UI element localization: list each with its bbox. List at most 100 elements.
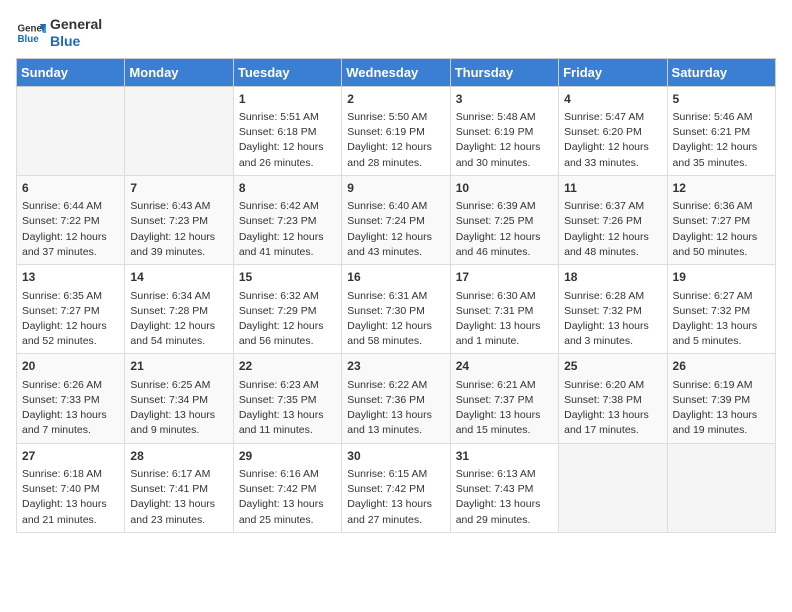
day-info: Sunset: 7:25 PM	[456, 214, 553, 229]
day-number: 6	[22, 180, 119, 197]
day-info: Daylight: 12 hours and 41 minutes.	[239, 230, 336, 260]
day-cell	[17, 86, 125, 175]
day-info: Sunset: 7:26 PM	[564, 214, 661, 229]
day-info: Daylight: 13 hours and 5 minutes.	[673, 319, 770, 349]
day-info: Daylight: 13 hours and 21 minutes.	[22, 497, 119, 527]
day-info: Sunrise: 6:19 AM	[673, 378, 770, 393]
day-cell: 5Sunrise: 5:46 AMSunset: 6:21 PMDaylight…	[667, 86, 775, 175]
day-cell: 1Sunrise: 5:51 AMSunset: 6:18 PMDaylight…	[233, 86, 341, 175]
day-number: 15	[239, 269, 336, 286]
day-info: Daylight: 13 hours and 9 minutes.	[130, 408, 227, 438]
day-number: 22	[239, 358, 336, 375]
day-info: Sunset: 7:27 PM	[673, 214, 770, 229]
logo-general: General	[50, 16, 102, 33]
day-info: Sunset: 7:43 PM	[456, 482, 553, 497]
day-info: Sunset: 7:32 PM	[564, 304, 661, 319]
day-info: Sunrise: 6:30 AM	[456, 289, 553, 304]
day-info: Daylight: 13 hours and 15 minutes.	[456, 408, 553, 438]
day-number: 29	[239, 448, 336, 465]
day-cell: 23Sunrise: 6:22 AMSunset: 7:36 PMDayligh…	[342, 354, 450, 443]
day-info: Daylight: 12 hours and 26 minutes.	[239, 140, 336, 170]
day-info: Sunrise: 6:21 AM	[456, 378, 553, 393]
day-cell: 9Sunrise: 6:40 AMSunset: 7:24 PMDaylight…	[342, 175, 450, 264]
day-cell: 2Sunrise: 5:50 AMSunset: 6:19 PMDaylight…	[342, 86, 450, 175]
day-info: Sunrise: 6:25 AM	[130, 378, 227, 393]
day-number: 11	[564, 180, 661, 197]
day-cell: 17Sunrise: 6:30 AMSunset: 7:31 PMDayligh…	[450, 265, 558, 354]
day-info: Daylight: 12 hours and 52 minutes.	[22, 319, 119, 349]
day-cell	[667, 443, 775, 532]
day-cell: 28Sunrise: 6:17 AMSunset: 7:41 PMDayligh…	[125, 443, 233, 532]
day-info: Sunset: 7:42 PM	[347, 482, 444, 497]
day-info: Sunrise: 6:26 AM	[22, 378, 119, 393]
day-info: Sunrise: 6:34 AM	[130, 289, 227, 304]
day-info: Sunrise: 6:44 AM	[22, 199, 119, 214]
day-info: Sunset: 7:41 PM	[130, 482, 227, 497]
day-info: Sunrise: 6:18 AM	[22, 467, 119, 482]
day-info: Daylight: 12 hours and 39 minutes.	[130, 230, 227, 260]
day-info: Sunset: 7:22 PM	[22, 214, 119, 229]
day-info: Sunrise: 5:50 AM	[347, 110, 444, 125]
header-row: SundayMondayTuesdayWednesdayThursdayFrid…	[17, 58, 776, 86]
calendar-table: SundayMondayTuesdayWednesdayThursdayFrid…	[16, 58, 776, 533]
day-info: Daylight: 13 hours and 11 minutes.	[239, 408, 336, 438]
day-info: Sunrise: 6:13 AM	[456, 467, 553, 482]
svg-text:Blue: Blue	[18, 34, 40, 45]
day-info: Daylight: 13 hours and 27 minutes.	[347, 497, 444, 527]
day-info: Sunrise: 6:15 AM	[347, 467, 444, 482]
day-info: Sunrise: 5:47 AM	[564, 110, 661, 125]
day-number: 16	[347, 269, 444, 286]
day-cell: 6 Sunrise: 6:44 AMSunset: 7:22 PMDaylight…	[17, 175, 125, 264]
col-header-monday: Monday	[125, 58, 233, 86]
day-cell: 16Sunrise: 6:31 AMSunset: 7:30 PMDayligh…	[342, 265, 450, 354]
day-info: Sunrise: 6:17 AM	[130, 467, 227, 482]
day-info: Sunset: 6:21 PM	[673, 125, 770, 140]
day-number: 9	[347, 180, 444, 197]
day-number: 30	[347, 448, 444, 465]
day-info: Daylight: 13 hours and 1 minute.	[456, 319, 553, 349]
day-info: Sunrise: 5:48 AM	[456, 110, 553, 125]
day-info: Sunset: 7:35 PM	[239, 393, 336, 408]
week-row-2: 6Sunrise: 6:44 AMSunset: 7:22 PMDaylight…	[17, 175, 776, 264]
day-cell: 25Sunrise: 6:20 AMSunset: 7:38 PMDayligh…	[559, 354, 667, 443]
day-info: Sunrise: 6:16 AM	[239, 467, 336, 482]
day-cell: 12Sunrise: 6:36 AMSunset: 7:27 PMDayligh…	[667, 175, 775, 264]
day-cell: 27Sunrise: 6:18 AMSunset: 7:40 PMDayligh…	[17, 443, 125, 532]
day-info: Sunset: 6:19 PM	[456, 125, 553, 140]
day-cell: 14Sunrise: 6:34 AMSunset: 7:28 PMDayligh…	[125, 265, 233, 354]
day-cell: 20Sunrise: 6:26 AMSunset: 7:33 PMDayligh…	[17, 354, 125, 443]
day-number: 28	[130, 448, 227, 465]
day-info: Sunrise: 6:35 AM	[22, 289, 119, 304]
logo: General Blue General Blue	[16, 16, 102, 50]
day-info: Daylight: 12 hours and 37 minutes.	[22, 230, 119, 260]
col-header-friday: Friday	[559, 58, 667, 86]
day-info: Sunset: 7:38 PM	[564, 393, 661, 408]
day-info: Sunset: 7:31 PM	[456, 304, 553, 319]
day-info: Sunrise: 6:20 AM	[564, 378, 661, 393]
day-info: Daylight: 13 hours and 19 minutes.	[673, 408, 770, 438]
day-cell: 8Sunrise: 6:42 AMSunset: 7:23 PMDaylight…	[233, 175, 341, 264]
day-info: Daylight: 12 hours and 48 minutes.	[564, 230, 661, 260]
week-row-5: 27Sunrise: 6:18 AMSunset: 7:40 PMDayligh…	[17, 443, 776, 532]
day-number: 27	[22, 448, 119, 465]
day-info: Daylight: 13 hours and 29 minutes.	[456, 497, 553, 527]
day-info: Sunset: 7:37 PM	[456, 393, 553, 408]
day-number: 2	[347, 91, 444, 108]
day-info: Sunset: 7:27 PM	[22, 304, 119, 319]
day-number: 23	[347, 358, 444, 375]
day-cell: 3Sunrise: 5:48 AMSunset: 6:19 PMDaylight…	[450, 86, 558, 175]
day-info: Sunset: 7:29 PM	[239, 304, 336, 319]
day-cell	[125, 86, 233, 175]
day-info: Sunrise: 5:51 AM	[239, 110, 336, 125]
day-info: Sunset: 7:39 PM	[673, 393, 770, 408]
col-header-thursday: Thursday	[450, 58, 558, 86]
day-number: 12	[673, 180, 770, 197]
day-info: Sunrise: 6:36 AM	[673, 199, 770, 214]
day-cell: 7Sunrise: 6:43 AMSunset: 7:23 PMDaylight…	[125, 175, 233, 264]
day-cell: 22Sunrise: 6:23 AMSunset: 7:35 PMDayligh…	[233, 354, 341, 443]
day-number: 13	[22, 269, 119, 286]
day-info: Daylight: 12 hours and 30 minutes.	[456, 140, 553, 170]
day-number: 21	[130, 358, 227, 375]
day-info: Sunrise: 6:42 AM	[239, 199, 336, 214]
day-info: Sunrise: 6:32 AM	[239, 289, 336, 304]
